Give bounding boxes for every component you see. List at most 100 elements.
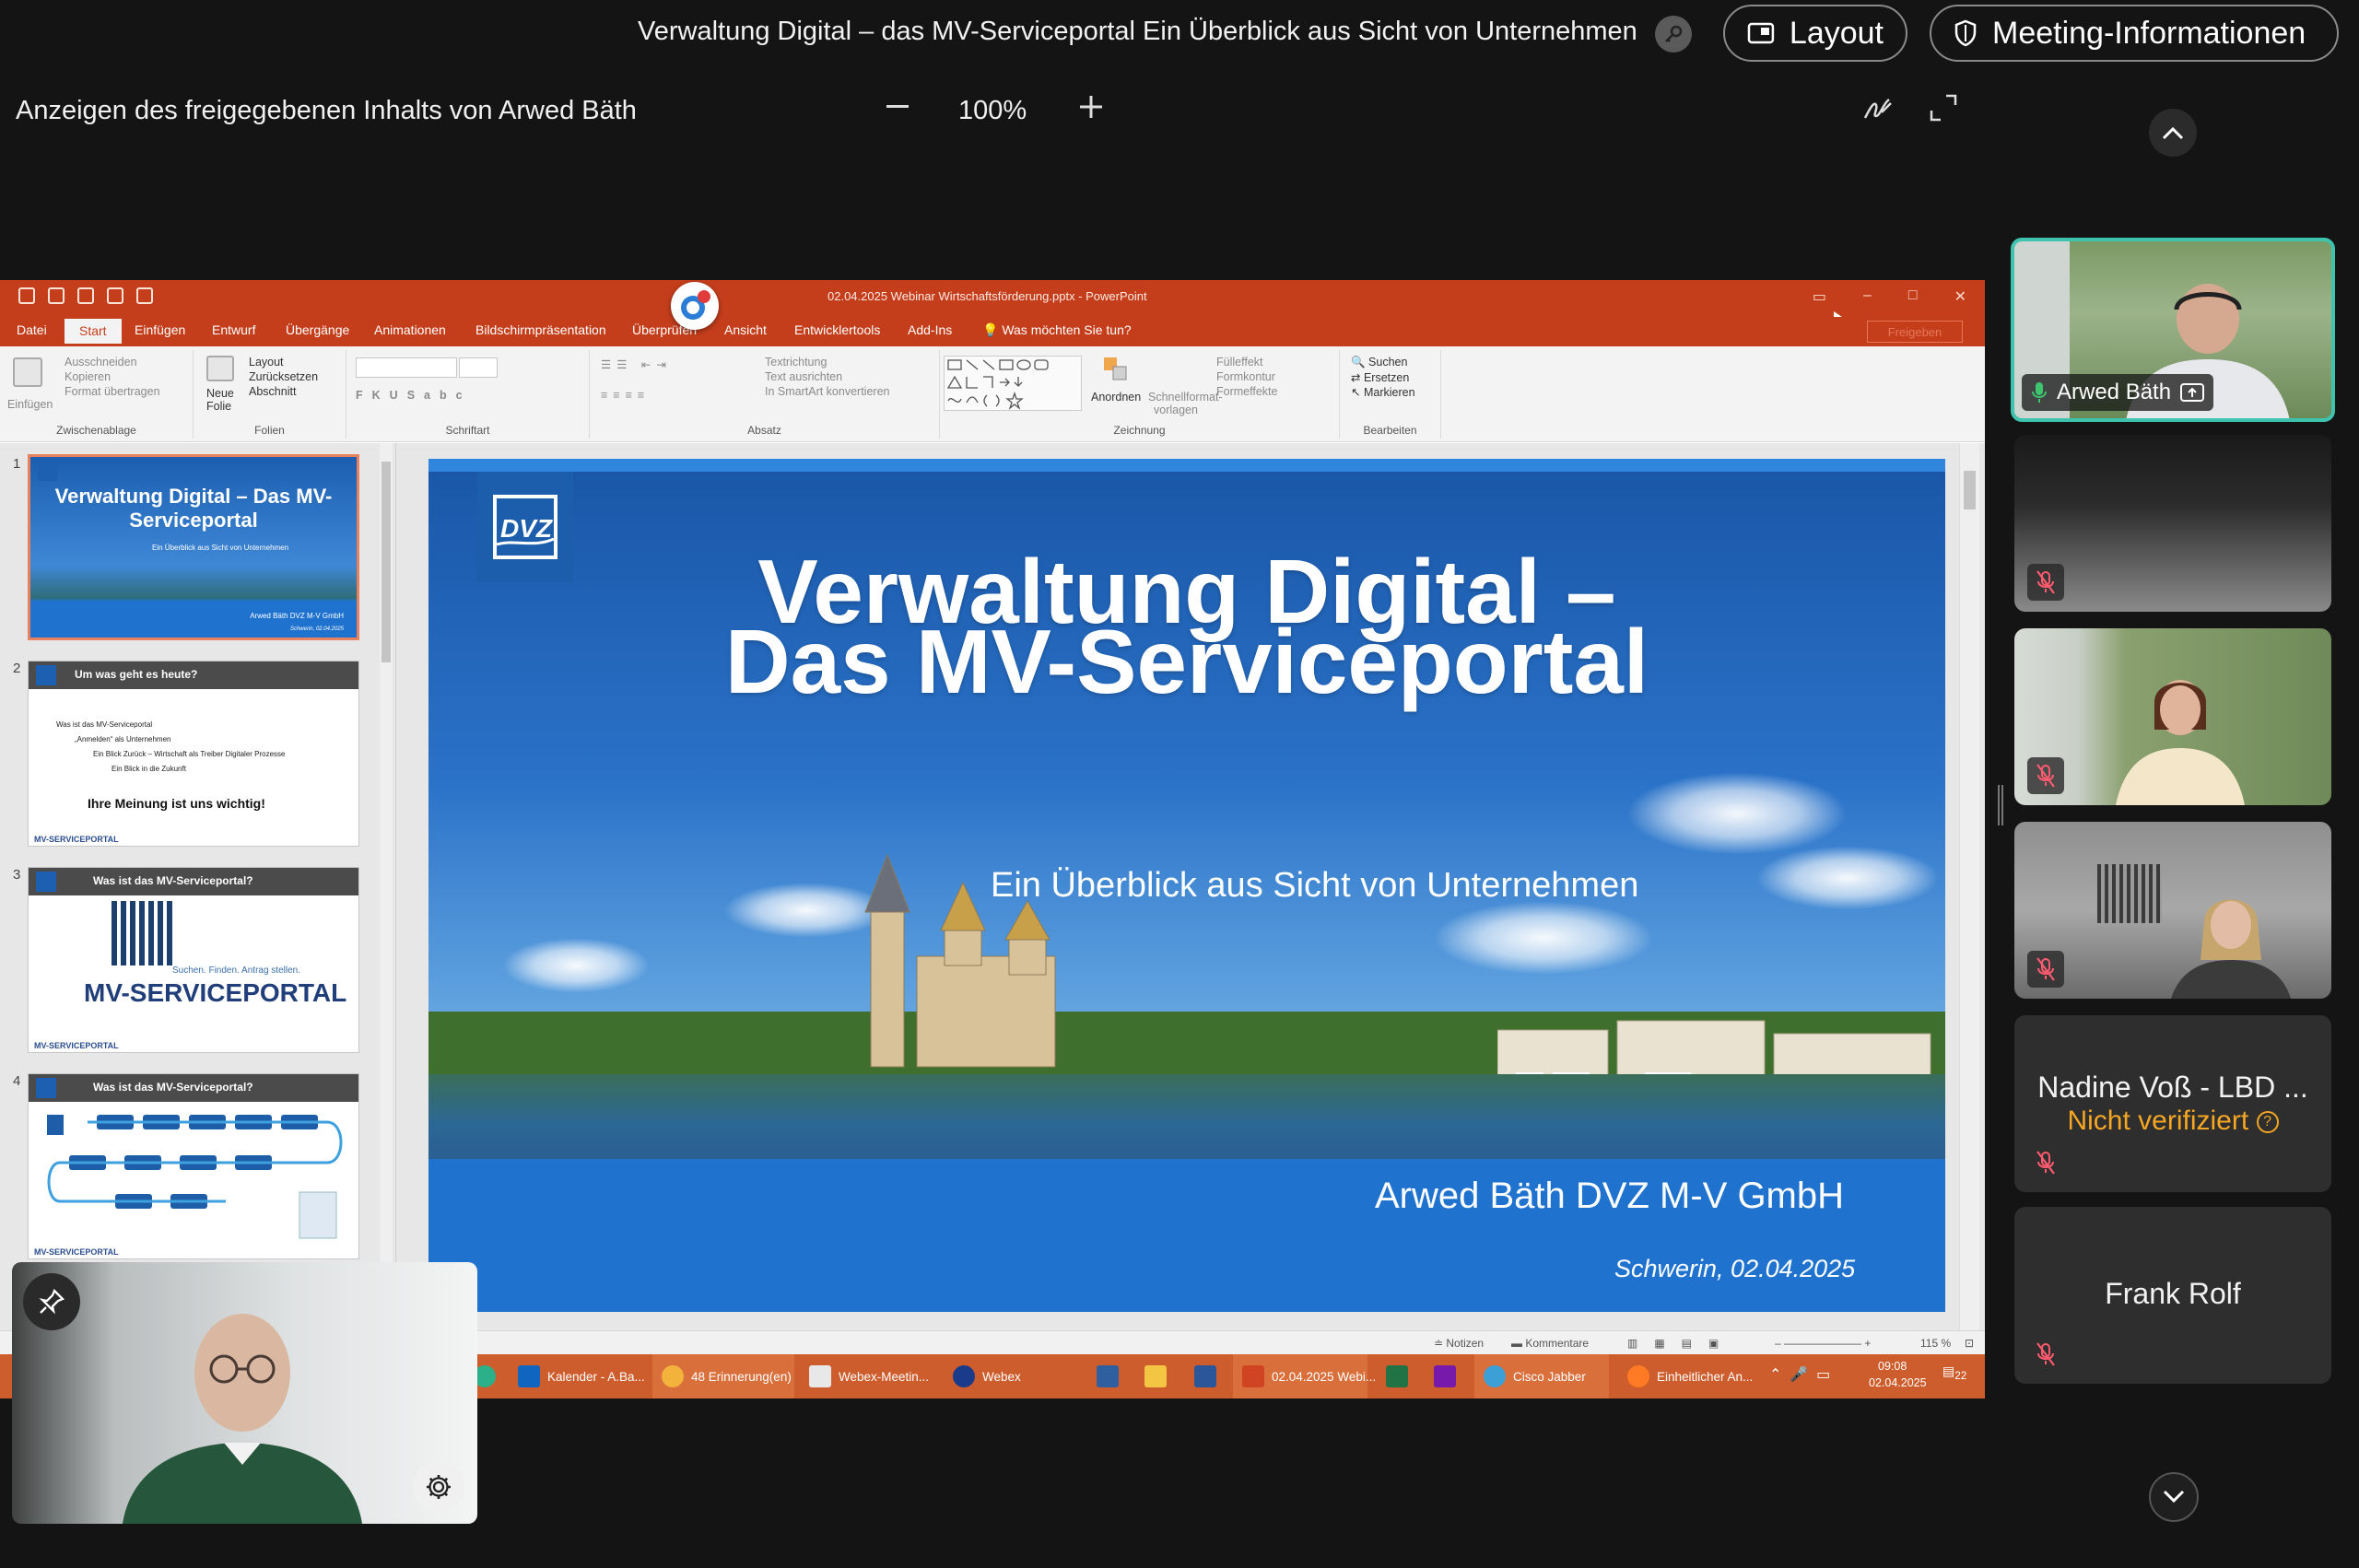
tab-entwurf[interactable]: Entwurf	[212, 322, 255, 337]
shapes-gallery[interactable]	[944, 356, 1082, 411]
shape-effects-button[interactable]: Formeffekte	[1216, 385, 1277, 398]
select-button[interactable]: ↖ Markieren	[1351, 385, 1415, 399]
font-format-buttons[interactable]: FKUSabc	[356, 389, 472, 402]
fullscreen-icon[interactable]	[1928, 92, 1965, 129]
tab-einfuegen[interactable]: Einfügen	[135, 322, 185, 337]
cut-button[interactable]: Ausschneiden	[65, 356, 137, 369]
taskbar-webex[interactable]: Webex	[944, 1354, 1080, 1398]
layout-button[interactable]: Layout	[1723, 5, 1907, 62]
onenote-icon[interactable]	[1434, 1354, 1456, 1398]
tab-add-ins[interactable]: Add-Ins	[908, 322, 952, 337]
fit-slide-icon[interactable]: ⊡	[1965, 1337, 1974, 1350]
smartart-button[interactable]: In SmartArt konvertieren	[765, 385, 889, 398]
participant-tile-2[interactable]	[2014, 435, 2331, 612]
taskbar-outlook[interactable]: Kalender - A.Ba...	[509, 1354, 645, 1398]
slide-thumbnail-3[interactable]: Was ist das MV-Serviceportal? Suchen. Fi…	[28, 867, 359, 1053]
taskbar-webex-meeting[interactable]: Webex-Meetin...	[800, 1354, 936, 1398]
tab-datei[interactable]: Datei	[17, 322, 47, 337]
thumb-scrollbar-thumb[interactable]	[381, 462, 391, 662]
taskbar-cisco-jabber[interactable]: Cisco Jabber	[1474, 1354, 1609, 1398]
participant-tile-nadine-voss[interactable]: Nadine Voß - LBD ... Nicht verifiziert ?	[2014, 1015, 2331, 1192]
slide-thumbnail-1[interactable]: Verwaltung Digital – Das MV-Serviceporta…	[28, 454, 359, 640]
layout-dropdown[interactable]: Layout	[249, 356, 284, 369]
shape-outline-button[interactable]: Formkontur	[1216, 370, 1275, 383]
taskbar-firefox[interactable]: Einheitlicher An...	[1618, 1354, 1756, 1398]
replace-button[interactable]: ⇄ Ersetzen	[1351, 370, 1409, 384]
tab-bildschirmpraesentation[interactable]: Bildschirmpräsentation	[475, 322, 606, 337]
self-view-video[interactable]	[12, 1262, 477, 1524]
comments-button[interactable]: ▬ Kommentare	[1511, 1337, 1589, 1350]
font-size-select[interactable]	[459, 357, 498, 378]
calculator-icon[interactable]	[1097, 1354, 1119, 1398]
maximize-icon[interactable]: □	[1908, 287, 1918, 306]
question-icon[interactable]: ?	[2256, 1111, 2279, 1134]
reset-button[interactable]: Zurücksetzen	[249, 370, 318, 383]
participant-tile-arwed-baeth[interactable]: Arwed Bäth	[2011, 238, 2335, 422]
key-icon[interactable]	[1655, 16, 1692, 53]
system-tray-icons[interactable]: ⌃ 🎤 ▭	[1769, 1365, 1830, 1384]
main-slide[interactable]: DVZ Verwaltung Digital – Das MV-Servicep…	[428, 459, 1945, 1312]
zoom-out-button[interactable]	[879, 88, 916, 125]
quick-styles-button[interactable]: Schnellformat-vorlagen	[1148, 391, 1223, 416]
thumb-scrollbar[interactable]	[380, 443, 393, 1398]
find-button[interactable]: 🔍 Suchen	[1351, 356, 1407, 369]
taskbar-powerpoint[interactable]: 02.04.2025 Webi...	[1233, 1354, 1376, 1398]
view-buttons[interactable]: ▥▦▤▣	[1627, 1337, 1735, 1350]
share-button[interactable]: Freigeben	[1867, 321, 1963, 343]
arrange-button[interactable]: Anordnen	[1091, 391, 1141, 404]
word-icon[interactable]	[1194, 1354, 1216, 1398]
slide-thumbnail-4[interactable]: Was ist das MV-Serviceportal? MV-SERVICE…	[28, 1073, 359, 1259]
participant-tile-4[interactable]	[2014, 822, 2331, 999]
slide-scrollbar[interactable]	[1959, 443, 1979, 1398]
panel-resize-handle[interactable]	[1998, 785, 2003, 825]
explorer-icon[interactable]	[1144, 1354, 1167, 1398]
new-slide-icon[interactable]	[206, 356, 234, 381]
chevron-up-icon	[2162, 126, 2184, 140]
shape-fill-button[interactable]: Fülleffekt	[1216, 356, 1263, 369]
zoom-in-button[interactable]	[1073, 88, 1109, 125]
notes-button[interactable]: ≐ Notizen	[1434, 1337, 1484, 1350]
format-painter-button[interactable]: Format übertragen	[65, 385, 160, 398]
slide-scrollbar-thumb[interactable]	[1964, 471, 1976, 509]
scroll-down-button[interactable]	[2149, 1472, 2199, 1522]
start-presentation-icon[interactable]	[107, 287, 123, 304]
tab-ansicht[interactable]: Ansicht	[724, 322, 767, 337]
participant-tile-3[interactable]	[2014, 628, 2331, 805]
ppt-zoom-level[interactable]: 115 %	[1920, 1337, 1951, 1350]
close-icon[interactable]: ✕	[1954, 287, 1966, 306]
align-text-button[interactable]: Text ausrichten	[765, 370, 842, 383]
redo-icon[interactable]	[77, 287, 94, 304]
annotate-icon[interactable]	[1861, 92, 1898, 129]
tell-me-search[interactable]: 💡 Was möchten Sie tun?	[982, 322, 1132, 338]
notification-center[interactable]: ▤22	[1942, 1363, 1966, 1382]
tab-start[interactable]: Start	[65, 319, 122, 344]
list-buttons[interactable]: ☰☰ ⇤⇥	[601, 357, 672, 371]
section-dropdown[interactable]: Abschnitt	[249, 385, 296, 398]
participant-tile-frank-rolf[interactable]: Frank Rolf	[2014, 1207, 2331, 1384]
paste-button[interactable]: Einfügen	[7, 398, 53, 411]
taskbar-reminders[interactable]: 48 Erinnerung(en)	[652, 1354, 794, 1398]
minimize-icon[interactable]: –	[1863, 287, 1872, 306]
tab-entwicklertools[interactable]: Entwicklertools	[794, 322, 880, 337]
webex-floating-icon[interactable]	[671, 282, 719, 330]
zoom-slider[interactable]: – ——————— +	[1775, 1337, 1871, 1350]
font-family-select[interactable]	[356, 357, 457, 378]
touch-mode-icon[interactable]	[136, 287, 153, 304]
arrange-icon[interactable]	[1102, 356, 1130, 383]
ribbon-display-icon[interactable]: ▭	[1813, 287, 1826, 306]
tab-uebergaenge[interactable]: Übergänge	[286, 322, 349, 337]
scroll-up-button[interactable]	[2149, 109, 2197, 157]
video-settings-button[interactable]	[413, 1461, 464, 1513]
excel-icon[interactable]	[1386, 1354, 1408, 1398]
text-direction-button[interactable]: Textrichtung	[765, 356, 827, 369]
align-buttons[interactable]: ≡≡≡≡	[601, 389, 650, 402]
tab-animationen[interactable]: Animationen	[374, 322, 446, 337]
meeting-info-button[interactable]: Meeting-Informationen	[1930, 5, 2339, 62]
copy-button[interactable]: Kopieren	[65, 370, 111, 383]
pin-button[interactable]	[23, 1273, 80, 1330]
undo-icon[interactable]	[48, 287, 65, 304]
slide-thumbnail-2[interactable]: Um was geht es heute? Was ist das MV-Ser…	[28, 661, 359, 847]
save-icon[interactable]	[18, 287, 35, 304]
new-slide-button[interactable]: Neue Folie	[206, 387, 243, 413]
paste-icon[interactable]	[13, 357, 42, 387]
